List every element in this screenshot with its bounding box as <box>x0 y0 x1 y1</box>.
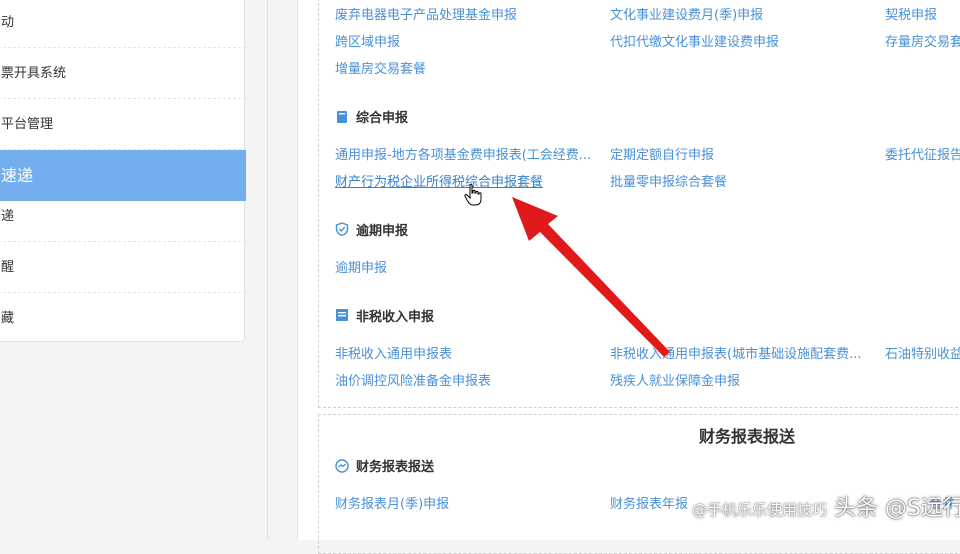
sidebar-item-2[interactable]: 平台管理 <box>0 99 246 150</box>
sidebar-item-1[interactable]: 票开具系统 <box>0 48 246 99</box>
link-cross-region[interactable]: 跨区域申报 <box>335 34 400 52</box>
link-fixed-quota[interactable]: 定期定额自行申报 <box>610 147 714 165</box>
link-new-house[interactable]: 增量房交易套餐 <box>335 61 426 79</box>
declaration-card: 废弃电器电子产品处理基金申报 文化事业建设费月(季)申报 契税申报 跨区域申报 … <box>318 0 960 408</box>
shield-check-icon <box>335 222 349 236</box>
link-entrusted[interactable]: 委托代征报告 <box>885 147 960 165</box>
link-batch-zero[interactable]: 批量零申报综合套餐 <box>610 174 727 192</box>
link-general-fund[interactable]: 通用申报-地方各项基金费申报表(工会经费... <box>335 147 610 165</box>
watermark-text: 头条 @S远行 <box>834 496 960 521</box>
section-title-comprehensive: 综合申报 <box>356 111 409 126</box>
sidebar-item-4[interactable]: 递 <box>0 191 246 242</box>
link-deed-tax[interactable]: 契税申报 <box>885 7 937 25</box>
sidebar-item-5[interactable]: 醒 <box>0 242 246 293</box>
hand-cursor-icon <box>464 183 482 206</box>
link-overdue[interactable]: 逾期申报 <box>335 260 387 278</box>
link-nontax-general[interactable]: 非税收入通用申报表 <box>335 346 452 364</box>
book-icon <box>337 111 347 123</box>
link-withhold-culture[interactable]: 代扣代缴文化事业建设费申报 <box>610 34 779 52</box>
watermark: @手机乐乐使用技巧 头条 @S远行 <box>692 490 960 522</box>
gutter-divider <box>267 0 268 540</box>
financial-card-title: 财务报表报送 <box>699 427 796 446</box>
link-disability[interactable]: 残疾人就业保障金申报 <box>610 373 740 391</box>
link-oil-special[interactable]: 石油特别收益金 <box>885 346 960 364</box>
sidebar: 动 票开具系统 平台管理 速递 递 醒 藏 <box>0 0 246 342</box>
financial-card: 财务报表报送 财务报表报送 财务报表月(季)申报 财务报表年报 合并 <box>318 414 960 554</box>
link-oil-risk[interactable]: 油价调控风险准备金申报表 <box>335 373 491 391</box>
sidebar-item-6[interactable]: 藏 <box>0 293 246 341</box>
link-fin-monthly[interactable]: 财务报表月(季)申报 <box>335 496 449 514</box>
sidebar-item-0[interactable]: 动 <box>0 0 246 48</box>
section-title-financial: 财务报表报送 <box>356 460 435 475</box>
section-title-overdue: 逾期申报 <box>356 224 409 239</box>
link-nontax-city[interactable]: 非税收入通用申报表(城市基础设施配套费... <box>610 346 885 364</box>
panel-icon <box>336 309 348 321</box>
section-title-nontax: 非税收入申报 <box>356 310 435 325</box>
chart-circle-icon <box>335 459 349 473</box>
link-stock-house[interactable]: 存量房交易套餐 <box>885 34 960 52</box>
main-panel: 废弃电器电子产品处理基金申报 文化事业建设费月(季)申报 契税申报 跨区域申报 … <box>297 0 960 554</box>
watermark-prefix: @手机乐乐使用技巧 <box>692 501 828 519</box>
link-property-tax-package[interactable]: 财产行为税企业所得税综合申报套餐 <box>335 174 543 192</box>
link-culture-fee[interactable]: 文化事业建设费月(季)申报 <box>610 7 763 25</box>
link-waste-fund[interactable]: 废弃电器电子产品处理基金申报 <box>335 7 517 25</box>
link-fin-annual[interactable]: 财务报表年报 <box>610 496 688 514</box>
